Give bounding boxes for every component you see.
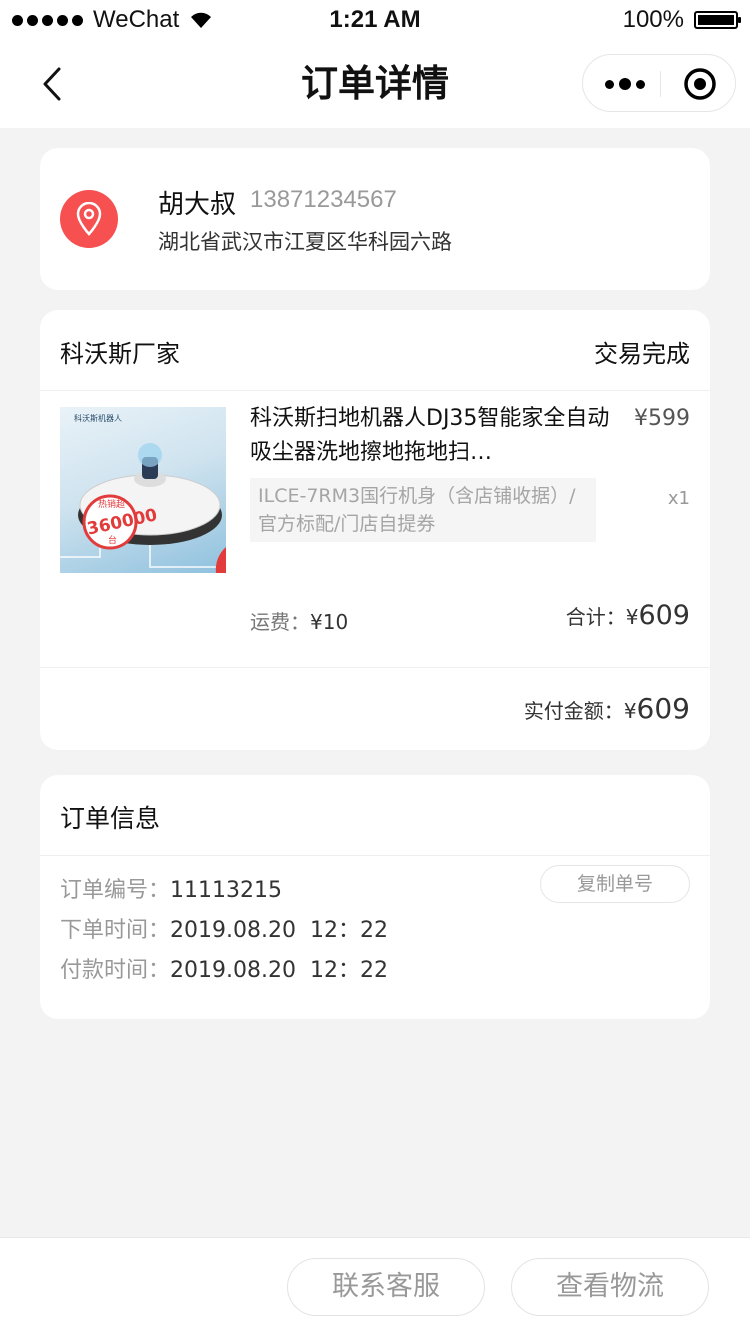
bottom-action-bar: 联系客服 查看物流 bbox=[0, 1237, 750, 1334]
order-card: 科沃斯厂家 交易完成 科沃斯机器人 热销超 360000 台 科沃斯扫地机器人D… bbox=[40, 310, 710, 750]
nav-bar: 订单详情 bbox=[0, 40, 750, 128]
order-time-row: 下单时间：2019.08.20 12：22 bbox=[60, 911, 388, 951]
freight: 运费：¥10 bbox=[250, 606, 348, 635]
location-pin-icon bbox=[60, 190, 118, 248]
mini-program-capsule bbox=[582, 54, 736, 112]
battery-percent: 100% bbox=[622, 6, 684, 33]
more-dots-icon[interactable] bbox=[603, 69, 647, 99]
order-time-label: 下单时间： bbox=[60, 918, 171, 943]
order-info-rows: 订单编号：11113215 下单时间：2019.08.20 12：22 付款时间… bbox=[60, 871, 388, 991]
product-quantity: x1 bbox=[667, 488, 690, 509]
copy-order-number-button[interactable]: 复制单号 bbox=[540, 865, 690, 903]
product-title[interactable]: 科沃斯扫地机器人DJ35智能家全自动吸尘器洗地擦地拖地扫… bbox=[250, 402, 610, 470]
contact-service-button[interactable]: 联系客服 bbox=[287, 1258, 485, 1316]
subtotal-currency: ¥ bbox=[625, 605, 639, 629]
subtotal: 合计：¥609 bbox=[566, 600, 690, 631]
address-card[interactable]: 胡大叔 13871234567 湖北省武汉市江夏区华科园六路 bbox=[40, 148, 710, 290]
order-number-value: 11113215 bbox=[170, 878, 282, 903]
product-image-badge: 热销超 bbox=[98, 498, 125, 510]
order-number-label: 订单编号： bbox=[60, 878, 171, 903]
order-info-title: 订单信息 bbox=[60, 804, 161, 833]
product-price: ¥599 bbox=[634, 406, 690, 431]
view-logistics-button[interactable]: 查看物流 bbox=[511, 1258, 709, 1316]
recipient-name: 胡大叔 bbox=[158, 190, 237, 220]
status-bar: WeChat 1:21 AM 100% bbox=[0, 0, 750, 40]
paid-label: 实付金额： bbox=[523, 699, 624, 723]
divider bbox=[40, 390, 710, 391]
freight-value: ¥10 bbox=[310, 610, 349, 634]
order-status: 交易完成 bbox=[594, 340, 690, 368]
paid-value: 609 bbox=[636, 692, 690, 725]
payment-time-label: 付款时间： bbox=[60, 958, 171, 983]
product-image-brand: 科沃斯机器人 bbox=[74, 413, 122, 423]
subtotal-label: 合计： bbox=[565, 605, 626, 629]
order-time-value: 2019.08.20 12：22 bbox=[170, 918, 388, 943]
paid-currency: ¥ bbox=[623, 699, 637, 723]
shop-name[interactable]: 科沃斯厂家 bbox=[60, 334, 180, 369]
payment-time-value: 2019.08.20 12：22 bbox=[170, 958, 388, 983]
product-image[interactable]: 科沃斯机器人 热销超 360000 台 bbox=[60, 407, 226, 573]
order-info-card: 订单信息 订单编号：11113215 下单时间：2019.08.20 12：22… bbox=[40, 775, 710, 1019]
product-spec: ILCE-7RM3国行机身（含店铺收据）/官方标配/门店自提券 bbox=[250, 478, 596, 542]
capsule-divider bbox=[660, 71, 661, 97]
subtotal-value: 609 bbox=[638, 600, 690, 631]
paid-amount: 实付金额：¥609 bbox=[524, 692, 690, 725]
divider bbox=[40, 667, 710, 668]
freight-label: 运费： bbox=[250, 610, 310, 634]
order-number-row: 订单编号：11113215 bbox=[60, 871, 388, 911]
close-target-icon[interactable] bbox=[683, 67, 717, 101]
product-image-unit: 台 bbox=[108, 534, 117, 546]
recipient-address: 湖北省武汉市江夏区华科园六路 bbox=[158, 230, 452, 254]
divider bbox=[40, 855, 710, 856]
recipient-phone: 13871234567 bbox=[250, 186, 397, 213]
payment-time-row: 付款时间：2019.08.20 12：22 bbox=[60, 951, 388, 991]
battery-icon bbox=[694, 11, 741, 29]
